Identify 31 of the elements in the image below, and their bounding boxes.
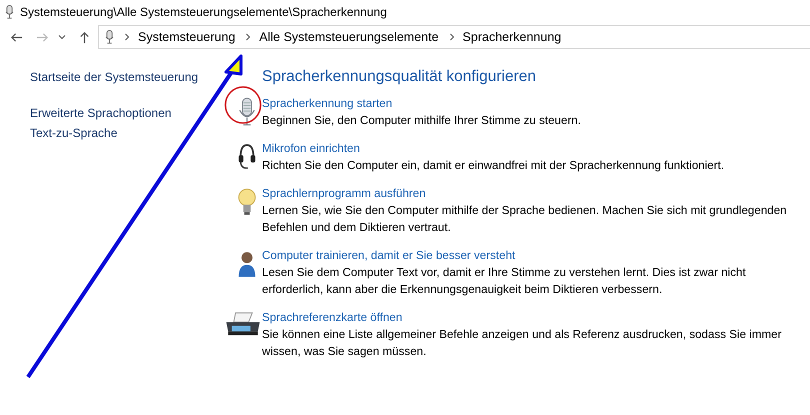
task-description: Lernen Sie, wie Sie den Computer mithilfe der Sprache bedienen. Machen Sie sich mit grundlegenden Befehlen und dem Diktieren vertraut. <box>262 203 788 236</box>
sidebar-link[interactable]: Startseite der Systemsteuerung <box>30 70 198 84</box>
sidebar-link[interactable]: Erweiterte Sprachoptionen <box>30 106 172 120</box>
user-icon <box>236 249 258 279</box>
chevron-right-icon[interactable] <box>448 33 455 41</box>
chevron-right-icon[interactable] <box>124 33 130 41</box>
breadcrumb[interactable]: Systemsteuerung <box>138 30 236 44</box>
task-link[interactable]: Mikrofon einrichten <box>262 141 360 157</box>
task-link[interactable]: Sprachreferenzkarte öffnen <box>262 310 402 326</box>
microphone-icon <box>105 30 114 44</box>
task-link[interactable]: Spracherkennung starten <box>262 96 392 112</box>
window-title: Systemsteuerung\Alle Systemsteuerungselemente\Spracherkennung <box>20 5 387 19</box>
microphone-icon <box>5 5 14 19</box>
chevron-down-icon[interactable] <box>58 33 66 41</box>
back-arrow-icon[interactable] <box>10 30 23 44</box>
task-description: Richten Sie den Computer ein, damit er einwandfrei mit der Spracherkennung funktioniert. <box>262 158 726 174</box>
printer-icon <box>224 311 262 337</box>
light-bulb-icon <box>236 187 258 217</box>
task-description: Sie können eine Liste allgemeiner Befehle anzeigen und als Referenz ausdrucken, sodass Sie immer wissen, was Sie sagen müssen. <box>262 327 782 360</box>
headset-icon <box>236 142 258 172</box>
task-link[interactable]: Computer trainieren, damit er Sie besser versteht <box>262 248 516 264</box>
section-heading: Spracherkennungsqualität konfigurieren <box>262 68 538 86</box>
breadcrumb[interactable]: Spracherkennung <box>462 30 562 44</box>
sidebar-link[interactable]: Text-zu-Sprache <box>30 126 118 140</box>
up-arrow-icon[interactable] <box>78 30 91 44</box>
chevron-right-icon[interactable] <box>245 33 252 41</box>
task-description: Beginnen Sie, den Computer mithilfe Ihrer Stimme zu steuern. <box>262 113 582 129</box>
address-bar[interactable]: Systemsteuerung Alle Systemsteuerungselemente Spracherkennung <box>98 25 810 49</box>
task-link[interactable]: Sprachlernprogramm ausführen <box>262 186 426 202</box>
breadcrumb[interactable]: Alle Systemsteuerungselemente <box>259 30 439 44</box>
task-description: Lesen Sie dem Computer Text vor, damit er Ihre Stimme zu verstehen lernt. Dies ist zwar nicht erforderlich, kann aber die Erkennungsgenauigkeit beim Diktieren verbessern. <box>262 265 747 298</box>
